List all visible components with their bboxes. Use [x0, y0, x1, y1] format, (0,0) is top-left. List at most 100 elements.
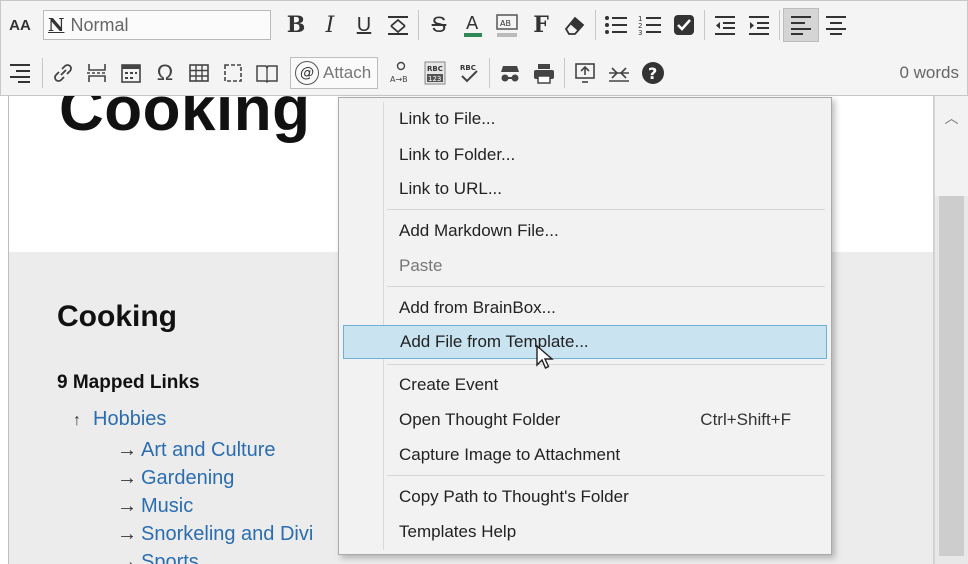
menu-item-label: Capture Image to Attachment	[399, 445, 621, 464]
menu-separator	[387, 209, 825, 210]
overline-icon[interactable]	[381, 8, 415, 42]
book-icon[interactable]	[250, 56, 284, 90]
menu-item-label: Templates Help	[399, 522, 517, 541]
child-link[interactable]: → Snorkeling and Divi	[117, 520, 313, 548]
frame-icon[interactable]	[216, 56, 250, 90]
toolbar-row-2: Ω @ Attach A→B RBC 123 RBC ? 0 words	[1, 49, 968, 97]
attachment-icon: @	[295, 61, 319, 85]
menu-item-link-to-file[interactable]: Link to File...	[343, 102, 827, 136]
scroll-up-icon[interactable]: ︿	[935, 96, 968, 196]
strikethrough-icon[interactable]: S	[422, 8, 456, 42]
scroll-thumb[interactable]	[939, 196, 964, 556]
menu-item-add-markdown-file[interactable]: Add Markdown File...	[343, 214, 827, 248]
menu-item-add-from-brainbox[interactable]: Add from BrainBox...	[343, 291, 827, 325]
vertical-scrollbar[interactable]: ︿	[934, 96, 968, 564]
svg-text:RBC: RBC	[460, 64, 476, 72]
italic-button[interactable]: I	[313, 8, 347, 42]
menu-item-label: Add File from Template...	[400, 332, 589, 351]
menu-item-capture-image-to-attachment[interactable]: Capture Image to Attachment	[343, 438, 827, 472]
link-icon[interactable]	[46, 56, 80, 90]
toolbar-row-1: AA N Normal B I U S A AB F 123	[1, 1, 968, 49]
help-icon[interactable]: ?	[636, 56, 670, 90]
align-center-icon[interactable]	[819, 8, 853, 42]
menu-item-label: Open Thought Folder	[399, 410, 561, 429]
child-link[interactable]: → Gardening	[117, 464, 313, 492]
editor-toolbar: AA N Normal B I U S A AB F 123 Ω @ Attac…	[0, 0, 968, 96]
menu-item-shortcut: Ctrl+Shift+F	[700, 410, 791, 429]
toolbar-divider	[42, 58, 43, 88]
calendar-icon[interactable]	[114, 56, 148, 90]
print-icon[interactable]	[527, 56, 561, 90]
attach-button[interactable]: @ Attach	[290, 57, 379, 89]
svg-text:?: ?	[648, 64, 657, 83]
right-arrow-icon: →	[117, 467, 137, 489]
svg-text:123: 123	[428, 75, 441, 83]
svg-text:AB: AB	[500, 19, 511, 28]
menu-item-add-file-from-template[interactable]: Add File from Template...	[343, 325, 827, 359]
style-value: Normal	[70, 14, 129, 35]
parent-link[interactable]: ↑ Hobbies	[73, 408, 166, 431]
section-title: Cooking	[57, 300, 177, 333]
menu-separator	[387, 286, 825, 287]
child-link-label: Art and Culture	[141, 439, 276, 461]
highlight-icon[interactable]: AB	[490, 8, 524, 42]
page-break-icon[interactable]	[80, 56, 114, 90]
checkbox-icon[interactable]	[667, 8, 701, 42]
align-left-icon[interactable]	[783, 8, 819, 42]
up-arrow-icon: ↑	[73, 412, 81, 429]
outdent-icon[interactable]	[708, 8, 742, 42]
menu-separator	[387, 364, 825, 365]
right-arrow-icon: →	[117, 495, 137, 517]
child-link[interactable]: → Music	[117, 492, 313, 520]
eraser-icon[interactable]	[558, 8, 592, 42]
mouse-cursor-icon	[536, 344, 554, 376]
child-link-label: Sports	[141, 551, 199, 564]
style-prefix: N	[48, 14, 65, 36]
spell-check-as-you-type-icon[interactable]: RBC	[452, 56, 486, 90]
menu-item-label: Paste	[399, 256, 443, 275]
menu-item-link-to-folder[interactable]: Link to Folder...	[343, 138, 827, 172]
svg-text:A→B: A→B	[390, 75, 408, 84]
font-size-icon: AA	[9, 16, 31, 34]
table-icon[interactable]	[182, 56, 216, 90]
parent-link-label: Hobbies	[93, 408, 167, 430]
attach-label: Attach	[323, 63, 372, 82]
indent-icon[interactable]	[742, 8, 776, 42]
right-arrow-icon: →	[117, 551, 137, 564]
toolbar-divider	[595, 10, 596, 40]
menu-item-create-event[interactable]: Create Event	[343, 368, 827, 402]
numbered-list-icon[interactable]: 123	[633, 8, 667, 42]
menu-item-label: Add from BrainBox...	[399, 298, 556, 317]
right-arrow-icon: →	[117, 439, 137, 461]
toolbar-divider	[779, 10, 780, 40]
underline-button[interactable]: U	[347, 8, 381, 42]
font-size-button[interactable]: AA	[1, 8, 39, 42]
bold-button[interactable]: B	[279, 8, 313, 42]
toolbar-divider	[418, 10, 419, 40]
menu-item-templates-help[interactable]: Templates Help	[343, 515, 827, 549]
find-replace-icon[interactable]: A→B	[384, 56, 418, 90]
menu-item-copy-path[interactable]: Copy Path to Thought's Folder	[343, 480, 827, 514]
word-count: 0 words	[899, 63, 959, 82]
presentation-icon[interactable]	[568, 56, 602, 90]
font-face-icon[interactable]: F	[524, 8, 558, 42]
menu-item-open-thought-folder[interactable]: Open Thought Folder Ctrl+Shift+F	[343, 403, 827, 437]
incognito-icon[interactable]	[493, 56, 527, 90]
child-link[interactable]: → Art and Culture	[117, 436, 313, 464]
special-character-icon[interactable]: Ω	[148, 56, 182, 90]
bullet-list-icon[interactable]	[599, 8, 633, 42]
collapse-icon[interactable]	[602, 56, 636, 90]
toolbar-divider	[704, 10, 705, 40]
font-color-icon[interactable]: A	[456, 8, 490, 42]
menu-item-label: Link to URL...	[399, 179, 502, 198]
mapped-links-heading: 9 Mapped Links	[57, 372, 200, 393]
spell-check-icon[interactable]: RBC 123	[418, 56, 452, 90]
paragraph-style-select[interactable]: N Normal	[43, 10, 271, 40]
right-arrow-icon: →	[117, 523, 137, 545]
menu-item-link-to-url[interactable]: Link to URL...	[343, 172, 827, 206]
child-link[interactable]: → Sports	[117, 548, 313, 564]
align-right-icon[interactable]	[1, 56, 39, 90]
page-title: Cooking	[59, 96, 311, 144]
svg-text:A: A	[466, 13, 479, 34]
menu-item-label: Add Markdown File...	[399, 221, 559, 240]
